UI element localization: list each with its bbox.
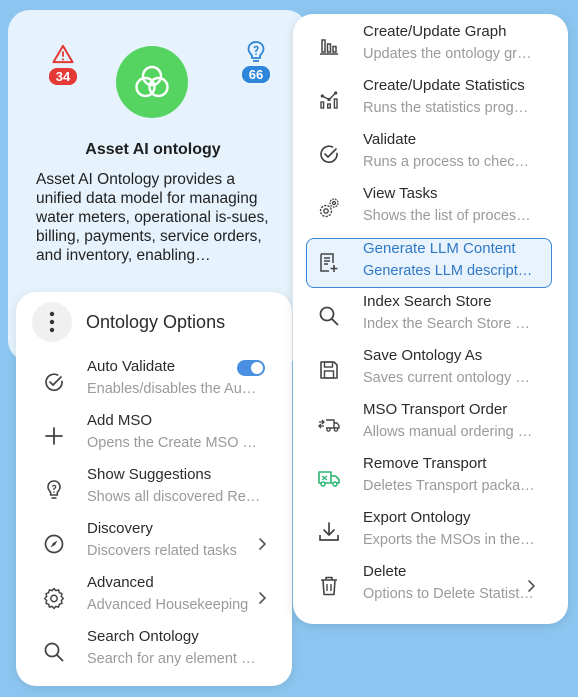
item-description: Generates LLM descript… [363,263,533,279]
document-add-icon [320,253,338,272]
item-label: Discovery [87,520,153,537]
item-label: Show Suggestions [87,466,212,483]
transport-order-icon [318,419,340,432]
plus-icon [45,427,63,445]
menu-item-view-tasks[interactable]: View Tasks Shows the list of proces… [307,184,553,232]
check-circle-icon [45,373,63,392]
menu-item-validate[interactable]: Validate Runs a process to chec… [307,130,553,178]
ontology-title: Asset AI ontology [85,141,221,158]
item-description: Discovers related tasks [87,543,237,559]
menu-item-advanced[interactable]: Advanced Advanced Housekeeping [16,572,292,626]
compass-icon [44,534,64,554]
item-label: Validate [363,131,417,148]
item-label: Create/Update Statistics [363,77,525,94]
menu-item-mso-transport-order[interactable]: MSO Transport Order Allows manual orderi… [307,400,553,448]
item-label: Index Search Store [363,293,492,310]
item-description: Allows manual ordering … [363,424,533,440]
kebab-icon [49,311,55,333]
save-icon [320,361,338,379]
menu-item-search-ontology[interactable]: Search Ontology Search for any element … [16,626,292,680]
alert-count-badge: 34 [48,68,78,85]
download-icon [319,522,339,541]
menu-item-index-search-store[interactable]: Index Search Store Index the Search Stor… [307,292,553,340]
menu-item-auto-validate[interactable]: Auto Validate Enables/disables the Au… [16,356,292,410]
item-label: Remove Transport [363,455,487,472]
item-description: Runs the statistics prog… [363,100,529,116]
item-label: MSO Transport Order [363,401,508,418]
menu-item-show-suggestions[interactable]: Show Suggestions Shows all discovered Re… [16,464,292,518]
item-label: Generate LLM Content [363,240,516,257]
item-label: Create/Update Graph [363,23,507,40]
menu-item-generate-llm-content[interactable]: Generate LLM Content Generates LLM descr… [306,238,552,288]
menu-item-discovery[interactable]: Discovery Discovers related tasks [16,518,292,572]
trash-icon [321,576,337,596]
venn-logo-icon [135,65,169,98]
menu-item-delete[interactable]: Delete Options to Delete Statist… [307,562,553,610]
item-description: Index the Search Store … [363,316,530,332]
lightbulb-icon [247,41,265,62]
item-description: Advanced Housekeeping [87,597,249,613]
item-description: Saves current ontology … [363,370,530,386]
bar-chart-icon [320,39,338,55]
gears-icon [319,198,339,218]
stats-chart-icon [320,91,338,109]
menu-item-create-update-graph[interactable]: Create/Update Graph Updates the ontology… [307,22,553,70]
item-label: Advanced [87,574,154,591]
suggestion-indicator[interactable]: 66 [238,40,274,84]
item-label: Export Ontology [363,509,471,526]
item-label: Search Ontology [87,628,199,645]
ontology-description: Asset AI Ontology provides a unified dat… [36,171,269,264]
item-description: Shows the list of proces… [363,208,531,224]
gear-icon [43,587,65,610]
ontology-actions-menu: Create/Update Graph Updates the ontology… [293,14,568,624]
ontology-options-menu: Ontology Options Auto Validate Enables/d… [16,292,292,686]
item-description: Shows all discovered Re… [87,489,261,505]
lightbulb-icon [47,480,61,499]
item-description: Deletes Transport packa… [363,478,535,494]
menu-item-export-ontology[interactable]: Export Ontology Exports the MSOs in the… [307,508,553,556]
chevron-right-icon [528,580,536,592]
item-description: Search for any element … [87,651,256,667]
menu-item-add-mso[interactable]: Add MSO Opens the Create MSO … [16,410,292,464]
item-label: Add MSO [87,412,153,429]
item-label: View Tasks [363,185,438,202]
chevron-right-icon [259,538,267,550]
warning-icon [52,44,74,64]
more-options-button[interactable] [32,302,72,342]
item-description: Updates the ontology gr… [363,46,532,62]
check-circle-icon [320,145,338,164]
item-label: Auto Validate [87,358,176,375]
chevron-right-icon [259,592,267,604]
item-description: Exports the MSOs in the… [363,532,535,548]
ontology-logo [116,46,188,118]
menu-item-create-update-statistics[interactable]: Create/Update Statistics Runs the statis… [307,76,553,124]
menu-header: Ontology Options [32,300,225,344]
search-icon [319,306,339,326]
menu-title: Ontology Options [86,311,226,332]
menu-item-remove-transport[interactable]: Remove Transport Deletes Transport packa… [307,454,553,502]
item-label: Save Ontology As [363,347,483,364]
auto-validate-toggle[interactable] [237,360,265,376]
item-description: Enables/disables the Au… [87,381,257,397]
truck-icon [318,471,340,487]
alert-indicator[interactable]: 34 [45,44,81,86]
menu-item-save-ontology-as[interactable]: Save Ontology As Saves current ontology … [307,346,553,394]
item-description: Opens the Create MSO … [87,435,258,451]
item-label: Delete [363,563,407,580]
suggestion-count-badge: 66 [241,66,271,83]
search-icon [44,642,64,662]
item-description: Runs a process to chec… [363,154,530,170]
item-description: Options to Delete Statist… [363,586,534,602]
